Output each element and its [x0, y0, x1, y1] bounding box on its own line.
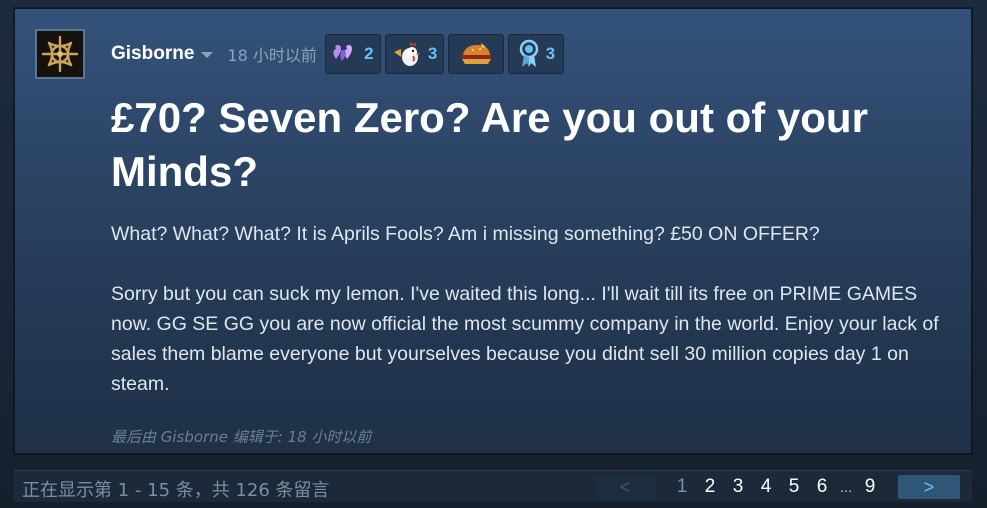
post-body: What? What? What? It is Aprils Fools? Am…: [111, 219, 951, 399]
award-count: 2: [364, 44, 374, 63]
award-ribbon-medal[interactable]: 3: [508, 34, 565, 74]
avatar[interactable]: [35, 29, 85, 79]
hearts-award-icon: [333, 45, 353, 61]
ribbon-medal-award-icon: [519, 39, 538, 67]
award-count: 3: [427, 44, 438, 63]
pagination-bar: 正在显示第 1 - 15 条，共 126 条留言 < 1 2 3 4 5 6 .…: [14, 470, 972, 502]
page-link[interactable]: 2: [696, 476, 724, 498]
author-name[interactable]: Gisborne: [111, 43, 194, 65]
page-link[interactable]: 6: [808, 476, 836, 498]
page-ellipsis: ...: [839, 478, 853, 496]
page-link[interactable]: 3: [724, 476, 752, 498]
next-page-button[interactable]: >: [898, 475, 960, 499]
page-link[interactable]: 4: [752, 476, 780, 498]
award-count: 3: [545, 44, 556, 63]
burger-award-icon: [462, 43, 492, 64]
discussion-post: Gisborne 18 小时以前 2 3 3 £70? Seven Zero? …: [14, 8, 972, 454]
awards-list: 2 3 3: [324, 34, 565, 74]
edited-note: 最后由 Gisborne 编辑于: 18 小时以前: [111, 428, 372, 446]
award-chicken-horn[interactable]: 3: [384, 34, 445, 74]
results-count-text: 正在显示第 1 - 15 条，共 126 条留言: [22, 480, 330, 501]
avatar-knot-emblem-icon: [37, 31, 83, 77]
post-timestamp: 18 小时以前: [227, 46, 317, 65]
post-title: £70? Seven Zero? Are you out of your Min…: [111, 94, 868, 195]
post-paragraph: What? What? What? It is Aprils Fools? Am…: [111, 223, 820, 245]
chicken-horn-award-icon: [393, 42, 420, 66]
page-links: 1 2 3 4 5 6 ... 9: [668, 476, 884, 498]
author-row: Gisborne 18 小时以前 2 3 3: [111, 34, 565, 74]
post-paragraph: Sorry but you can suck my lemon. I've wa…: [111, 283, 939, 395]
pager: < 1 2 3 4 5 6 ... 9 >: [594, 475, 960, 499]
page-link[interactable]: 5: [780, 476, 808, 498]
chevron-down-icon[interactable]: [201, 52, 214, 58]
page-link-last[interactable]: 9: [856, 476, 884, 498]
award-hearts[interactable]: 2: [324, 34, 381, 74]
award-burger[interactable]: [448, 34, 505, 74]
page-link-current: 1: [676, 476, 688, 497]
prev-page-button[interactable]: <: [594, 475, 656, 499]
